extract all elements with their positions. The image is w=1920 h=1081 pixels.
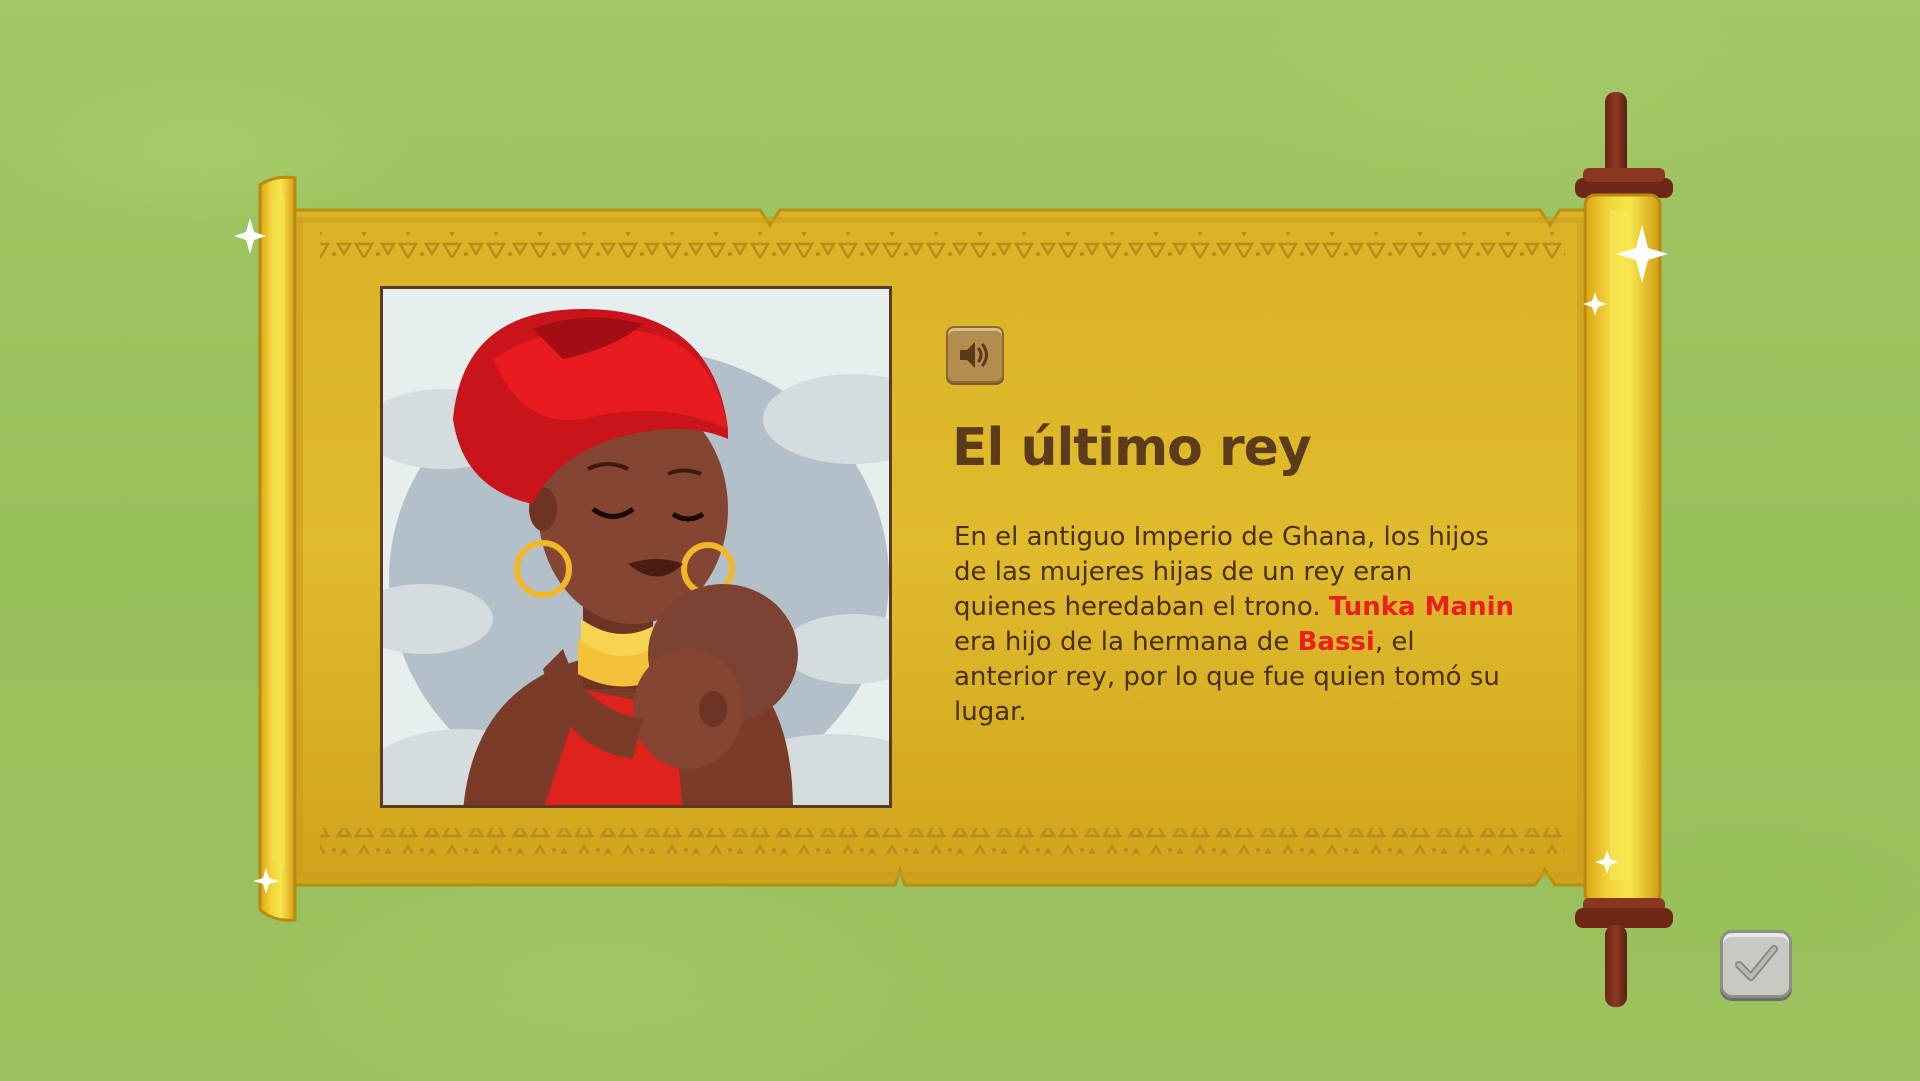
- highlight-name: Bassi: [1297, 627, 1375, 657]
- sound-button[interactable]: [946, 326, 1004, 383]
- portrait-illustration: [383, 289, 889, 805]
- confirm-button[interactable]: [1720, 930, 1792, 998]
- highlight-name: Tunka Manin: [1328, 592, 1514, 622]
- lesson-title: El último rey: [952, 418, 1312, 478]
- paragraph-text: era hijo de la hermana de: [954, 627, 1298, 657]
- lesson-paragraph: En el antiguo Imperio de Ghana, los hijo…: [954, 520, 1514, 730]
- checkmark-icon: [1735, 945, 1778, 981]
- illustration-card: [380, 286, 892, 808]
- speaker-icon: [960, 342, 988, 368]
